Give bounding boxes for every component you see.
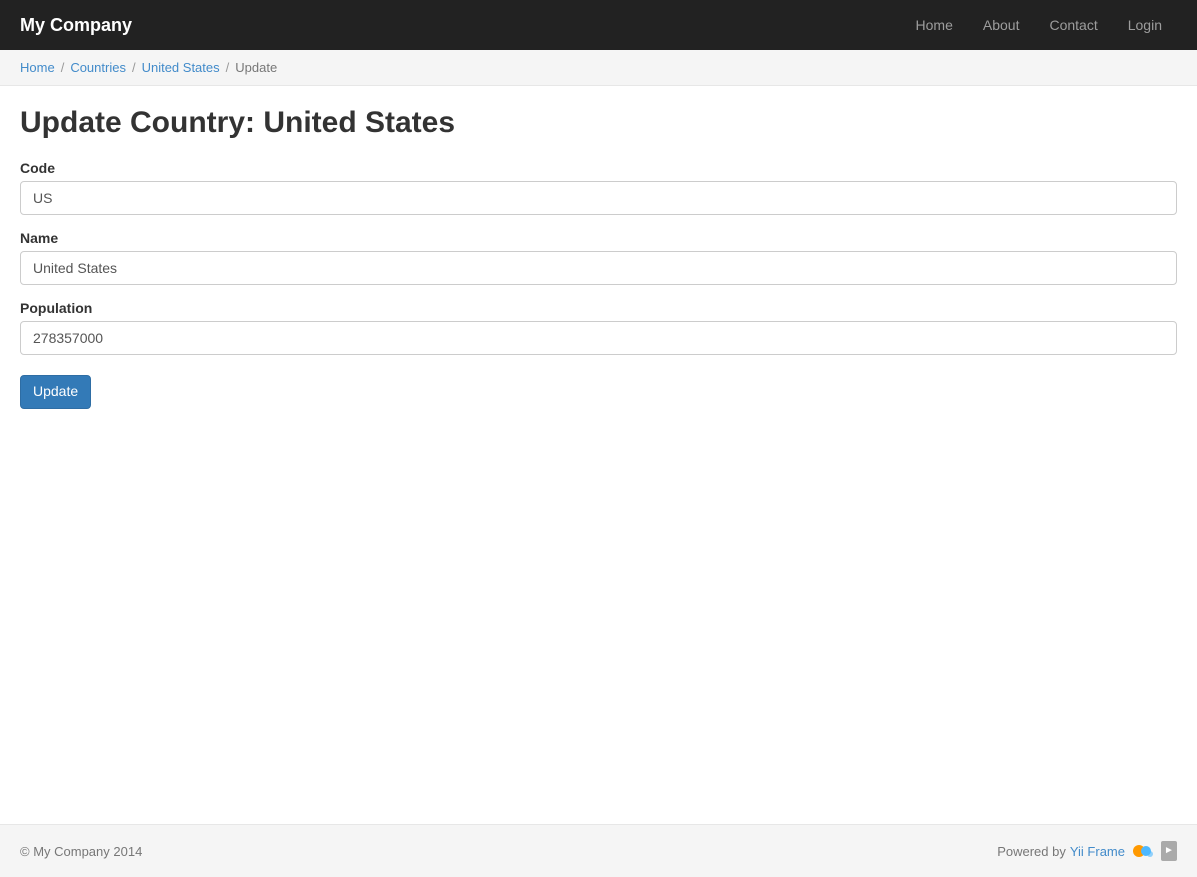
breadcrumb-link-home[interactable]: Home [20, 60, 55, 75]
breadcrumb: Home Countries United States Update [20, 60, 1177, 75]
breadcrumb-item-united-states: United States [126, 60, 220, 75]
page-title: Update Country: United States [20, 106, 1177, 140]
scroll-indicator: ► [1161, 841, 1177, 861]
nav-item-login: Login [1113, 3, 1177, 47]
breadcrumb-bar: Home Countries United States Update [0, 50, 1197, 86]
name-label: Name [20, 230, 1177, 246]
breadcrumb-link-united-states[interactable]: United States [142, 60, 220, 75]
nav-link-home[interactable]: Home [901, 3, 968, 47]
breadcrumb-item-update: Update [220, 60, 278, 75]
update-button[interactable]: Update [20, 375, 91, 409]
yii-link[interactable]: Yii Frame [1070, 844, 1125, 859]
nav-link-contact[interactable]: Contact [1034, 3, 1112, 47]
breadcrumb-item-home: Home [20, 60, 55, 75]
nav-item-home: Home [901, 3, 968, 47]
name-field-group: Name [20, 230, 1177, 285]
brand-link[interactable]: My Company [20, 15, 132, 36]
yii-label: Yii Frame [1070, 844, 1125, 859]
footer: © My Company 2014 Powered by Yii Frame ► [0, 824, 1197, 877]
population-input[interactable] [20, 321, 1177, 355]
code-input[interactable] [20, 181, 1177, 215]
powered-by: Powered by Yii Frame ► [997, 840, 1177, 862]
nav-link-about[interactable]: About [968, 3, 1035, 47]
code-field-group: Code [20, 160, 1177, 215]
copyright-text: © My Company 2014 [20, 844, 142, 859]
name-input[interactable] [20, 251, 1177, 285]
nav-item-contact: Contact [1034, 3, 1112, 47]
population-field-group: Population [20, 300, 1177, 355]
nav-link-login[interactable]: Login [1113, 3, 1177, 47]
population-label: Population [20, 300, 1177, 316]
breadcrumb-label-update: Update [235, 60, 277, 75]
code-label: Code [20, 160, 1177, 176]
nav-menu: Home About Contact Login [901, 3, 1177, 47]
main-content: Update Country: United States Code Name … [0, 86, 1197, 824]
navbar: My Company Home About Contact Login [0, 0, 1197, 50]
yii-logo-icon [1131, 840, 1153, 862]
breadcrumb-link-countries[interactable]: Countries [70, 60, 126, 75]
update-form: Code Name Population Update [20, 160, 1177, 409]
powered-by-text: Powered by [997, 844, 1066, 859]
breadcrumb-item-countries: Countries [55, 60, 126, 75]
nav-item-about: About [968, 3, 1035, 47]
